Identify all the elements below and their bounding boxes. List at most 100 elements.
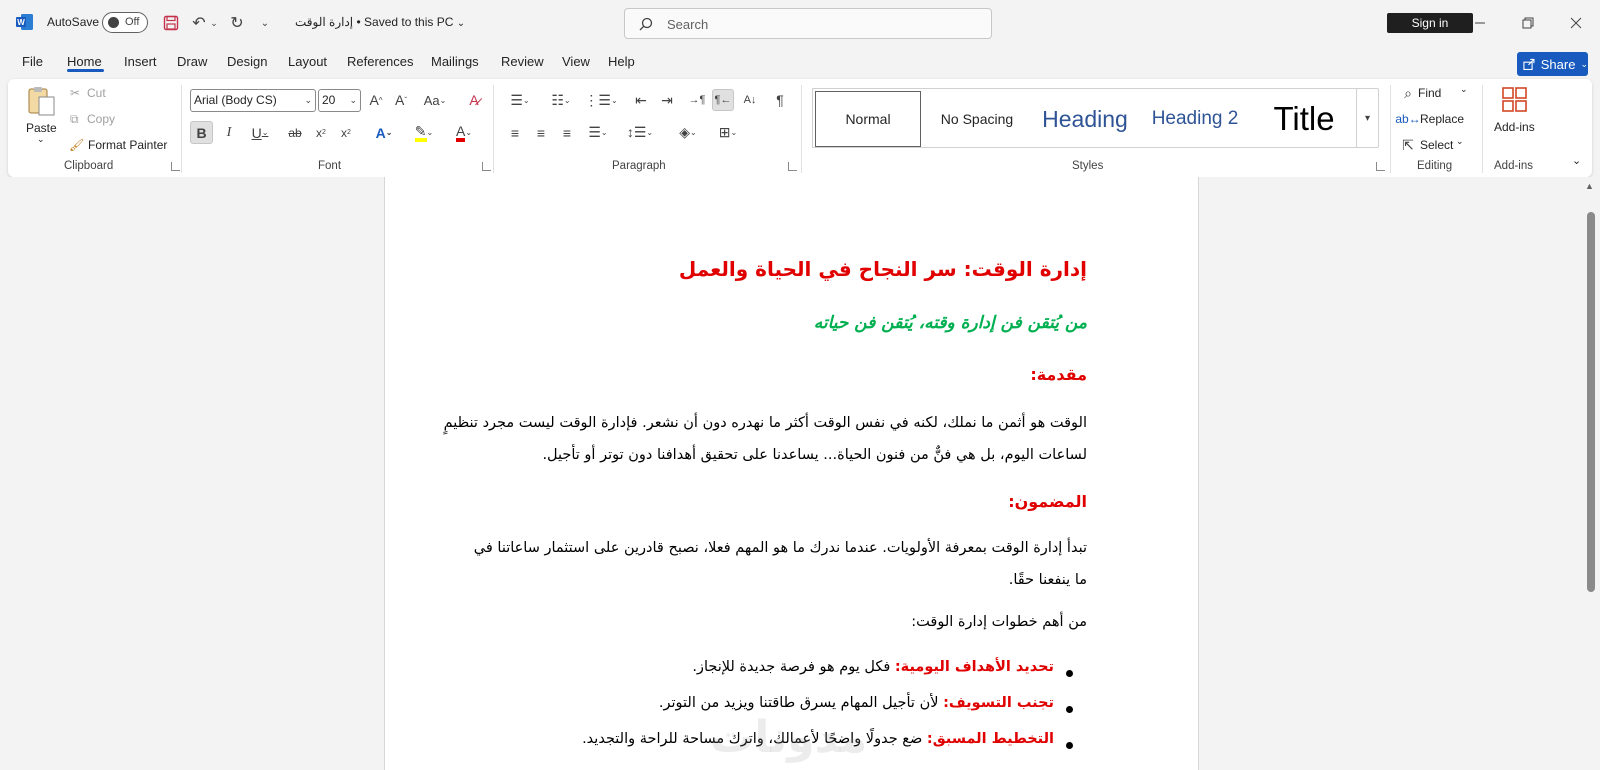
ltr-direction-icon[interactable]: →¶ (687, 90, 707, 110)
font-size-select[interactable]: 20 ⌄ (318, 89, 361, 112)
tab-references[interactable]: References (347, 54, 413, 69)
style-heading[interactable]: Heading (1031, 91, 1139, 147)
find-icon: ⌕ (1404, 84, 1412, 101)
content-paragraph-line[interactable]: تبدأ إدارة الوقت بمعرفة الأولويات. عندما… (474, 532, 1087, 564)
sign-in-button[interactable]: Sign in (1387, 13, 1473, 33)
intro-paragraph-line[interactable]: لساعات اليوم، بل هي فنٌّ من فنون الحياة.… (542, 439, 1087, 471)
customize-qat-icon[interactable]: ⌄ (257, 12, 273, 34)
decrease-indent-icon[interactable]: ⇤ (631, 90, 651, 110)
tab-review[interactable]: Review (501, 54, 544, 69)
search-input[interactable]: Search (624, 8, 992, 39)
paste-icon[interactable] (25, 84, 57, 118)
shrink-font-icon[interactable]: Aˇ (391, 90, 411, 110)
undo-dropdown-icon[interactable]: ⌄ (209, 12, 219, 34)
shading-icon[interactable]: ◈ ⌄ (672, 121, 704, 144)
tab-file[interactable]: File (22, 54, 43, 69)
style-normal[interactable]: Normal (815, 91, 921, 147)
borders-icon[interactable]: ⊞ ⌄ (712, 121, 744, 144)
underline-icon[interactable]: U ⌄ (244, 121, 276, 144)
tab-design[interactable]: Design (227, 54, 267, 69)
add-ins-icon[interactable] (1499, 84, 1531, 116)
bold-icon[interactable]: B (190, 121, 213, 144)
line-spacing-icon[interactable]: ↕☰ ⌄ (624, 121, 656, 144)
paste-label[interactable]: Paste (26, 121, 57, 135)
scroll-up-icon[interactable]: ▲ (1585, 181, 1594, 191)
font-color-icon[interactable]: A ⌄ (448, 121, 480, 144)
superscript-icon[interactable]: x2 (336, 121, 356, 144)
save-icon[interactable] (160, 12, 182, 34)
justify-icon[interactable]: ☰ ⌄ (582, 121, 614, 144)
font-launcher-icon[interactable] (482, 162, 491, 171)
styles-more-icon[interactable]: ▾ (1356, 88, 1379, 148)
increase-indent-icon[interactable]: ⇥ (657, 90, 677, 110)
paste-dropdown-icon[interactable]: ⌄ (37, 134, 45, 145)
clipboard-launcher-icon[interactable] (171, 162, 180, 171)
chevron-down-icon[interactable]: ⌄ (1460, 84, 1468, 95)
highlight-icon[interactable]: ✎ ⌄ (408, 121, 440, 144)
document-subtitle[interactable]: من يُتقن فن إدارة وقته، يُتقن فن حياته (814, 313, 1087, 333)
active-tab-indicator (67, 69, 104, 72)
align-right-icon[interactable]: ≡ (557, 121, 577, 144)
subscript-icon[interactable]: x2 (311, 121, 331, 144)
redo-icon[interactable]: ↻ (226, 12, 248, 34)
cut-button[interactable]: Cut (87, 86, 106, 100)
replace-button[interactable]: Replace (1420, 112, 1464, 126)
scrollbar-thumb[interactable] (1587, 212, 1595, 592)
bullets-icon[interactable]: ☰ ⌄ (505, 90, 535, 110)
style-heading-2[interactable]: Heading 2 (1141, 91, 1249, 147)
restore-icon[interactable] (1513, 10, 1543, 36)
format-painter-button[interactable]: Format Painter (88, 138, 167, 152)
list-item[interactable]: تحديد الأهداف اليومية: فكل يوم هو فرصة ج… (692, 659, 1054, 675)
share-button[interactable]: Share ⌄ (1517, 52, 1588, 76)
content-paragraph-line[interactable]: ما ينفعنا حقًا. (1009, 564, 1087, 596)
select-button[interactable]: Select (1420, 138, 1453, 152)
strikethrough-icon[interactable]: ab (285, 121, 305, 144)
tab-help[interactable]: Help (608, 54, 635, 69)
sort-icon[interactable]: A↓ (740, 90, 760, 110)
styles-launcher-icon[interactable] (1376, 162, 1385, 171)
text-effects-icon[interactable]: A ⌄ (369, 121, 399, 144)
toggle-knob (108, 17, 119, 28)
style-no-spacing[interactable]: No Spacing (925, 91, 1029, 147)
content-heading[interactable]: المضمون: (1008, 492, 1087, 511)
numbering-icon[interactable]: ☷ ⌄ (545, 90, 577, 110)
multilevel-list-icon[interactable]: ⋮☰ ⌄ (584, 90, 617, 110)
list-item[interactable]: تجنب التسويف: لأن تأجيل المهام يسرق طاقت… (659, 695, 1054, 711)
italic-icon[interactable]: I (219, 121, 239, 144)
minimize-icon[interactable] (1465, 10, 1495, 36)
change-case-icon[interactable]: Aa ⌄ (420, 90, 450, 110)
tab-insert[interactable]: Insert (124, 54, 157, 69)
align-center-icon[interactable]: ≡ (531, 121, 551, 144)
intro-paragraph-line[interactable]: الوقت هو أثمن ما نملك، لكنه في نفس الوقت… (444, 407, 1087, 439)
divider (801, 85, 802, 173)
autosave-toggle[interactable]: Off (102, 12, 148, 33)
chevron-down-icon[interactable]: ⌄ (1456, 136, 1464, 147)
tab-home[interactable]: Home (67, 54, 102, 69)
clear-formatting-icon[interactable]: A̷ (463, 90, 485, 110)
title-bar: W AutoSave Off ↶ ⌄ ↻ ⌄ إدارة الوقت • Sav… (0, 0, 1600, 45)
paragraph-launcher-icon[interactable] (788, 162, 797, 171)
tab-layout[interactable]: Layout (288, 54, 327, 69)
close-icon[interactable] (1561, 10, 1591, 36)
collapse-ribbon-icon[interactable]: ⌄ (1572, 154, 1581, 167)
document-title[interactable]: إدارة الوقت • Saved to this PC ⌄ (295, 15, 465, 29)
tab-draw[interactable]: Draw (177, 54, 207, 69)
add-ins-button[interactable]: Add-ins (1494, 120, 1535, 134)
grow-font-icon[interactable]: A ^ (366, 90, 386, 110)
font-family-select[interactable]: Arial (Body CS) ⌄ (190, 89, 316, 112)
find-button[interactable]: Find (1418, 86, 1441, 100)
rtl-direction-icon[interactable]: ¶← (712, 89, 734, 111)
show-paragraph-marks-icon[interactable]: ¶ (770, 90, 790, 110)
search-icon (639, 17, 653, 31)
align-left-icon[interactable]: ≡ (505, 121, 525, 144)
document-heading[interactable]: إدارة الوقت: سر النجاح في الحياة والعمل (679, 257, 1087, 281)
tab-mailings[interactable]: Mailings (431, 54, 479, 69)
word-app-icon: W (16, 14, 33, 30)
copy-button[interactable]: Copy (87, 112, 115, 126)
tab-view[interactable]: View (562, 54, 590, 69)
undo-icon[interactable]: ↶ (188, 12, 210, 34)
save-status: • Saved to this PC (356, 15, 454, 29)
steps-intro[interactable]: من أهم خطوات إدارة الوقت: (911, 606, 1087, 638)
intro-heading[interactable]: مقدمة: (1030, 365, 1087, 384)
style-title[interactable]: Title (1253, 91, 1355, 147)
